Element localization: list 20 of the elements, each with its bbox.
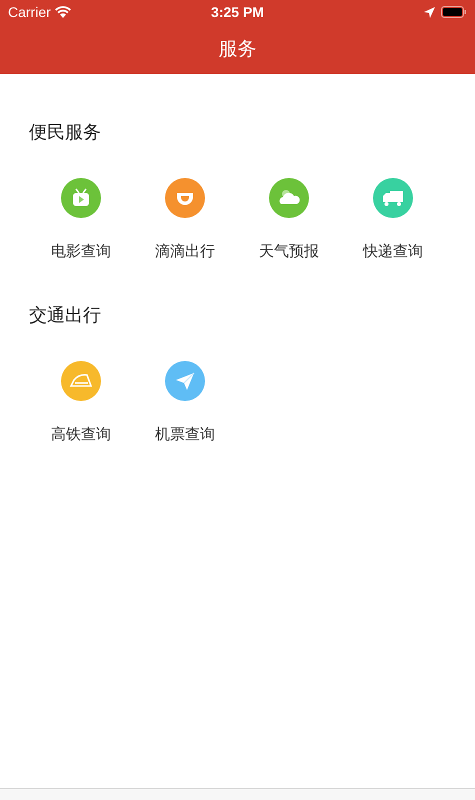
service-item[interactable]: 高铁查询	[29, 360, 133, 446]
train-icon	[61, 360, 101, 400]
service-item[interactable]: 电影查询	[29, 178, 133, 264]
tv-icon	[61, 178, 101, 218]
battery-icon	[440, 6, 467, 18]
section-title: 便民服务	[29, 121, 102, 144]
service-item[interactable]: 天气预报	[237, 178, 341, 264]
clock-time: 3:25 PM	[211, 2, 264, 22]
section-title: 交通出行	[29, 304, 102, 326]
service-item[interactable]: 快递查询	[341, 178, 445, 264]
location-arrow-icon	[424, 6, 435, 18]
service-item[interactable]: 滴滴出行	[133, 178, 237, 264]
cup-icon	[165, 178, 205, 218]
carrier-label: Carrier	[8, 2, 51, 22]
wifi-icon	[54, 6, 71, 18]
paper-plane-icon	[165, 360, 205, 400]
cloud-icon	[269, 178, 309, 218]
truck-icon	[373, 178, 413, 218]
page-title: 服务	[218, 36, 256, 62]
service-item[interactable]: 机票查询	[133, 360, 237, 446]
